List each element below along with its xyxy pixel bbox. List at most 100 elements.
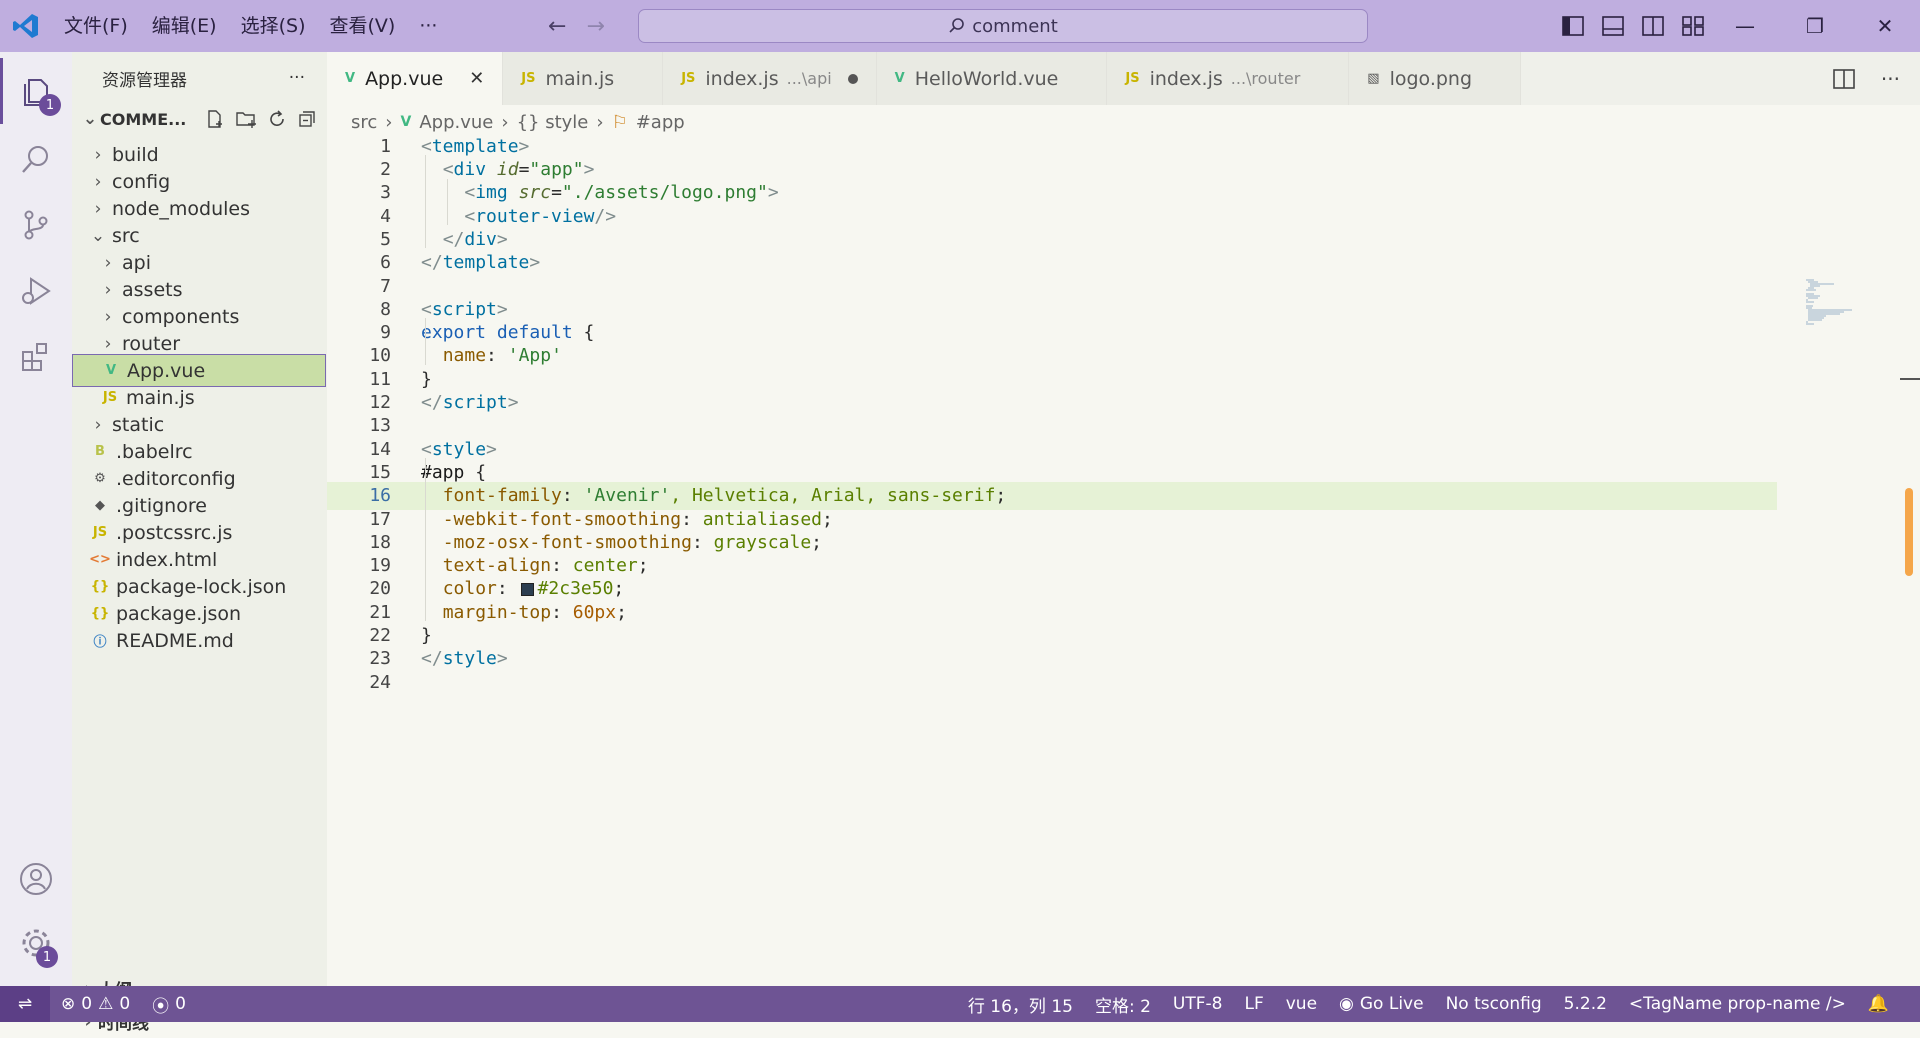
tree-item-label: main.js bbox=[126, 386, 195, 409]
remote-indicator-icon[interactable]: ⇌ bbox=[0, 986, 50, 1022]
code-token: = bbox=[518, 159, 530, 181]
tree-item-label: README.md bbox=[116, 629, 234, 652]
code-token: , Helvetica, Arial, sans-serif bbox=[670, 485, 996, 507]
file-type-icon: B bbox=[95, 444, 105, 459]
close-window-icon[interactable]: ✕ bbox=[1850, 0, 1920, 52]
explorer-icon[interactable]: 1 bbox=[0, 58, 72, 124]
title-bar: 文件(F) 编辑(E) 选择(S) 查看(V) ··· ← → comment — ❐ … bbox=[0, 0, 1920, 52]
code-token: script bbox=[431, 298, 497, 320]
forward-arrow-icon[interactable]: → bbox=[586, 14, 604, 39]
accounts-icon[interactable] bbox=[0, 846, 72, 912]
toggle-primary-sidebar-icon[interactable] bbox=[1562, 16, 1584, 36]
file-type-icon: ⓘ bbox=[93, 635, 107, 650]
file-type-icon: JS bbox=[92, 525, 108, 540]
toggle-secondary-sidebar-icon[interactable] bbox=[1642, 16, 1664, 36]
problems-indicator[interactable]: ⊗ 0 ⚠ 0 bbox=[50, 994, 141, 1014]
tree-item-label: package.json bbox=[116, 602, 242, 625]
explorer-more-icon[interactable]: ··· bbox=[289, 68, 305, 88]
broadcast-icon: ⦿ bbox=[152, 996, 170, 1017]
code-token: -moz-osx-font-smoothing bbox=[442, 531, 692, 553]
activity-bar: 1 1 bbox=[0, 52, 72, 986]
chevron-right-icon: › bbox=[596, 111, 604, 133]
code-token: 'Avenir' bbox=[583, 485, 671, 507]
restore-icon[interactable]: ❐ bbox=[1780, 0, 1850, 52]
editor-tab[interactable]: V HelloWorld.vue bbox=[876, 52, 1108, 105]
back-arrow-icon[interactable]: ← bbox=[548, 14, 566, 39]
code-editor[interactable]: 1 <template> 2 <div id="app"> 3 <img src=".… bbox=[327, 135, 1920, 986]
code-token: : bbox=[486, 345, 508, 367]
menu-item[interactable]: ··· bbox=[407, 0, 449, 52]
workspace-root[interactable]: ⌄ COMME... bbox=[72, 104, 327, 134]
extensions-icon[interactable] bbox=[0, 324, 72, 390]
refresh-icon[interactable] bbox=[267, 109, 287, 129]
indent-guide bbox=[447, 178, 448, 226]
encoding[interactable]: UTF-8 bbox=[1162, 994, 1234, 1014]
tsconfig-status[interactable]: No tsconfig bbox=[1435, 994, 1553, 1014]
breadcrumb-item[interactable]: src bbox=[351, 112, 377, 133]
search-icon[interactable] bbox=[0, 126, 72, 192]
minimap[interactable] bbox=[1804, 278, 1864, 338]
line-number: 4 bbox=[380, 205, 391, 227]
tag-name-snippet[interactable]: <TagName prop-name /> bbox=[1618, 994, 1857, 1014]
indentation[interactable]: 空格: 2 bbox=[1084, 992, 1162, 1017]
new-file-icon[interactable] bbox=[205, 109, 225, 129]
split-editor-icon[interactable] bbox=[1833, 68, 1855, 89]
command-center[interactable]: comment bbox=[638, 9, 1368, 43]
file-type-icon: JS bbox=[521, 71, 536, 86]
code-text: -moz-osx-font-smoothing: grayscale; bbox=[421, 532, 822, 553]
breadcrumb-item[interactable]: App.vue bbox=[419, 112, 493, 133]
menu-item[interactable]: 查看(V) bbox=[318, 0, 408, 52]
vue-file-icon: V bbox=[400, 114, 412, 130]
tab-label: HelloWorld.vue bbox=[914, 67, 1059, 90]
end-of-line[interactable]: LF bbox=[1233, 994, 1274, 1014]
code-text: text-align: center; bbox=[421, 555, 649, 576]
notifications-bell-icon[interactable]: 🔔 bbox=[1857, 994, 1900, 1014]
more-actions-icon[interactable]: ··· bbox=[1881, 67, 1900, 91]
breadcrumb-item[interactable]: #app bbox=[636, 112, 685, 133]
tree-file[interactable]: ⓘ README.md bbox=[72, 624, 327, 657]
editor-tab[interactable]: JS index.js ...\router bbox=[1107, 52, 1350, 105]
menu-item[interactable]: 编辑(E) bbox=[140, 0, 229, 52]
menu-item[interactable]: 选择(S) bbox=[229, 0, 318, 52]
ts-version[interactable]: 5.2.2 bbox=[1553, 994, 1618, 1014]
run-debug-icon[interactable] bbox=[0, 258, 72, 324]
code-token: < bbox=[421, 135, 432, 157]
close-icon[interactable]: ✕ bbox=[469, 68, 484, 89]
file-type-icon: ◆ bbox=[95, 498, 105, 513]
unsaved-dot-icon[interactable] bbox=[847, 73, 858, 84]
code-text: color: #2c3e50; bbox=[421, 578, 625, 599]
go-live-button[interactable]: ◉ Go Live bbox=[1328, 994, 1435, 1014]
editor-tab[interactable]: JS main.js bbox=[503, 52, 664, 105]
line-number: 14 bbox=[369, 438, 391, 460]
language-mode[interactable]: vue bbox=[1275, 994, 1328, 1014]
chevron-down-icon: ⌄ bbox=[82, 109, 98, 129]
source-control-icon[interactable] bbox=[0, 192, 72, 258]
minimize-icon[interactable]: — bbox=[1710, 0, 1780, 52]
menu-item[interactable]: 文件(F) bbox=[52, 0, 140, 52]
editor-tab[interactable]: V App.vue ✕ bbox=[327, 52, 504, 105]
settings-gear-icon[interactable]: 1 bbox=[0, 910, 72, 976]
cursor-position[interactable]: 行 16，列 15 bbox=[957, 992, 1084, 1017]
editor-tab[interactable]: JS index.js ...\api bbox=[663, 52, 877, 105]
toggle-panel-icon[interactable] bbox=[1602, 16, 1624, 36]
code-token: src bbox=[518, 182, 552, 204]
collapse-all-icon[interactable] bbox=[297, 109, 317, 129]
code-text: </div> bbox=[421, 229, 508, 250]
code-text: <img src="./assets/logo.png"> bbox=[421, 182, 778, 204]
color-swatch[interactable] bbox=[520, 582, 534, 596]
customize-layout-icon[interactable] bbox=[1682, 16, 1704, 36]
code-token: template bbox=[442, 252, 530, 274]
code-token: < bbox=[464, 182, 476, 204]
tree-item-label: .postcssrc.js bbox=[116, 521, 233, 544]
scrollbar-thumb[interactable] bbox=[1905, 488, 1913, 576]
line-number: 2 bbox=[380, 159, 391, 181]
breadcrumb-item[interactable]: {} style bbox=[517, 112, 589, 133]
line-number: 20 bbox=[369, 578, 391, 600]
code-token: </ bbox=[421, 648, 443, 670]
code-token: > bbox=[529, 252, 541, 274]
editor-tab[interactable]: ▧ logo.png bbox=[1349, 52, 1522, 105]
ports-indicator[interactable]: ⦿ 0 bbox=[141, 992, 197, 1017]
line-number: 15 bbox=[369, 461, 391, 483]
new-folder-icon[interactable] bbox=[235, 109, 257, 129]
